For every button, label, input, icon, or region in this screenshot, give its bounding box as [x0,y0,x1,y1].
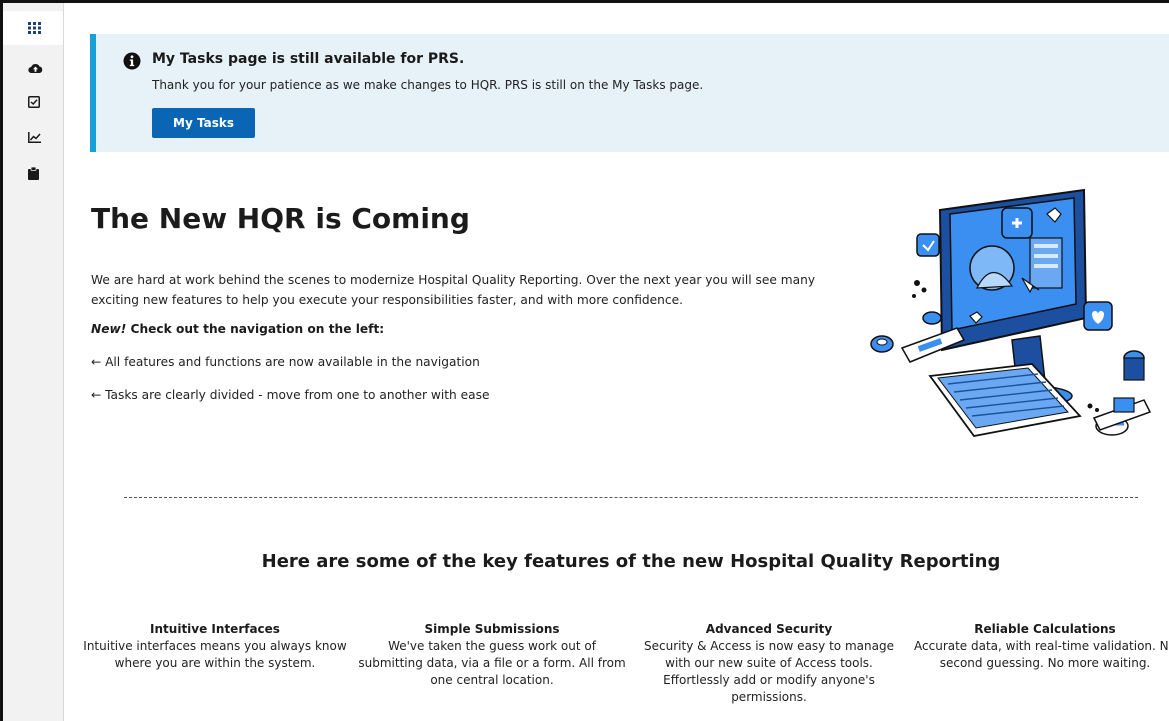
sidebar-item-clipboard[interactable] [3,156,63,190]
sidebar-item-dashboard[interactable] [3,11,63,45]
feature-text: Accurate data, with real-time validation… [914,639,1169,670]
features-heading: Here are some of the key features of the… [261,551,1001,572]
feature-title: Reliable Calculations [974,622,1116,636]
sidebar-nav [3,3,64,721]
section-divider [124,497,1138,498]
sidebar-item-upload[interactable] [3,51,63,85]
window-frame-top [0,0,1169,3]
feature-text: We've taken the guess work out of submit… [358,639,626,687]
checkbox-icon [28,96,40,108]
intro-text: We are hard at work behind the scenes to… [91,273,816,307]
feature-text: Intuitive interfaces means you always kn… [83,639,347,670]
info-banner: My Tasks page is still available for PRS… [90,34,1169,152]
navigation-note: New! Check out the navigation on the lef… [91,322,384,336]
feature-reliable-calculations: Reliable Calculations Accurate data, wit… [910,621,1169,672]
cloud-upload-icon [28,62,43,74]
banner-message: Thank you for your patience as we make c… [152,78,704,92]
info-circle-icon [123,52,141,70]
dashboard-grid-icon [28,22,41,34]
chart-icon [28,131,41,143]
feature-title: Advanced Security [705,622,833,636]
bullet-navigation: ← All features and functions are now ava… [91,355,480,369]
computer-illustration [862,178,1162,468]
clipboard-icon [28,166,39,180]
new-label: New! [91,322,127,336]
page-title: The New HQR is Coming [91,202,470,235]
feature-simple-submissions: Simple Submissions We've taken the guess… [357,621,627,689]
feature-text: Security & Access is now easy to manage … [644,639,894,704]
sidebar-item-reports[interactable] [3,120,63,154]
feature-intuitive-interfaces: Intuitive Interfaces Intuitive interface… [80,621,350,672]
bullet-tasks: ← Tasks are clearly divided - move from … [91,388,490,402]
feature-title: Intuitive Interfaces [150,622,280,636]
banner-title: My Tasks page is still available for PRS… [152,51,465,67]
feature-title: Simple Submissions [424,622,560,636]
navigation-note-text: Check out the navigation on the left: [126,322,385,336]
my-tasks-button[interactable]: My Tasks [152,108,255,138]
feature-advanced-security: Advanced Security Security & Access is n… [634,621,904,706]
sidebar-item-tasks[interactable] [3,85,63,119]
